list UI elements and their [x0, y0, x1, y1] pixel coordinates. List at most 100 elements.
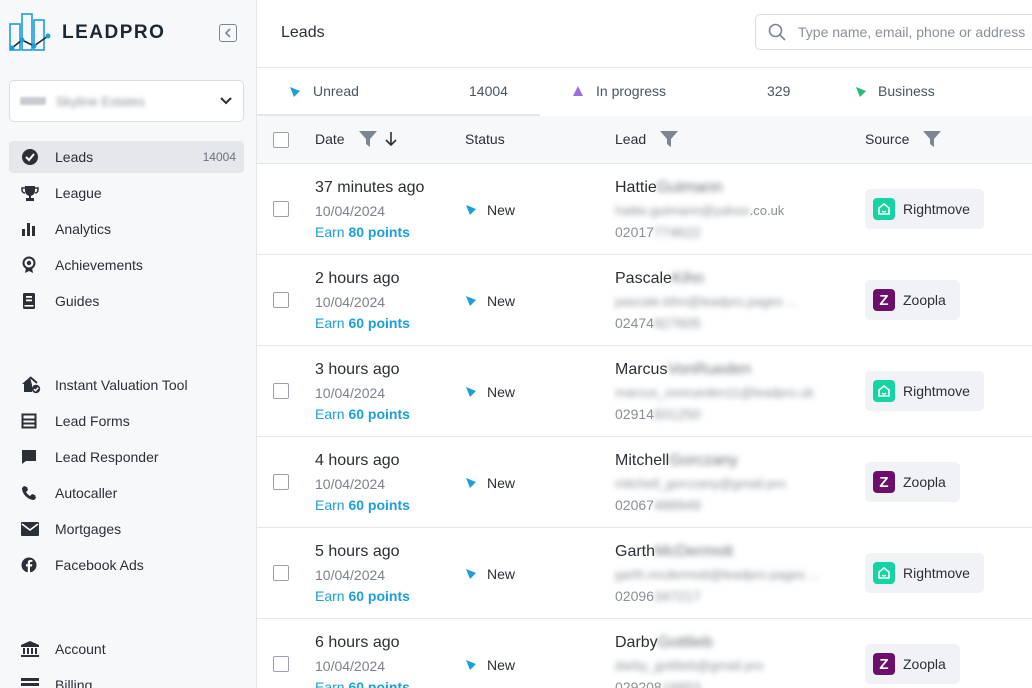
in-progress-triangle-icon [573, 86, 583, 96]
row-checkbox[interactable] [273, 201, 289, 217]
house-check-icon [21, 376, 43, 394]
sidebar-item-label: Facebook Ads [55, 557, 144, 573]
lead-time: 3 hours ago [315, 361, 400, 378]
filter-icon[interactable] [923, 131, 942, 147]
row-checkbox[interactable] [273, 565, 289, 581]
zoopla-logo-icon: Z [873, 471, 895, 493]
sidebar-item-guides[interactable]: Guides [9, 285, 244, 317]
new-flag-icon [466, 205, 476, 215]
sidebar-item-instant-valuation-tool[interactable]: Instant Valuation Tool [9, 369, 244, 401]
rightmove-logo-icon [873, 380, 895, 402]
table-row[interactable]: 5 hours ago 10/04/2024 Earn 60 points Ne… [257, 528, 1032, 619]
lead-name[interactable]: GarthMcDermott [615, 543, 733, 561]
unread-flag-icon [290, 87, 300, 97]
lead-name[interactable]: MitchellGorczany [615, 452, 738, 470]
column-header-label: Status [465, 131, 505, 147]
table-row[interactable]: 37 minutes ago 10/04/2024 Earn 80 points… [257, 164, 1032, 255]
column-source[interactable]: Source [865, 131, 942, 147]
lead-name[interactable]: MarcusVonRueden [615, 361, 751, 379]
lead-phone: 02914831250 [615, 406, 701, 422]
sidebar-item-label: Lead Responder [55, 449, 159, 465]
arrow-down-icon[interactable] [385, 132, 397, 146]
status-badge: New [465, 657, 515, 673]
collapse-sidebar-button[interactable] [219, 24, 237, 42]
select-all-checkbox[interactable] [273, 132, 289, 148]
tools-nav: Instant Valuation Tool Lead Forms Lead R… [9, 369, 244, 585]
earn-points: Earn 60 points [315, 588, 410, 604]
search-input[interactable]: Type name, email, phone or address [755, 14, 1032, 50]
leads-table-body: 37 minutes ago 10/04/2024 Earn 80 points… [257, 164, 1032, 688]
lead-time: 4 hours ago [315, 452, 400, 469]
bank-icon [21, 640, 43, 658]
lead-time: 6 hours ago [315, 634, 400, 651]
sidebar-item-lead-forms[interactable]: Lead Forms [9, 405, 244, 437]
lead-phone: 02096347217 [615, 588, 701, 604]
sidebar-item-autocaller[interactable]: Autocaller [9, 477, 244, 509]
sidebar-item-facebook-ads[interactable]: Facebook Ads [9, 549, 244, 581]
facebook-icon [21, 556, 43, 574]
lead-date: 10/04/2024 [315, 203, 386, 219]
search-icon [768, 23, 786, 41]
form-icon [21, 412, 43, 430]
billing-icon [21, 676, 43, 688]
table-row[interactable]: 4 hours ago 10/04/2024 Earn 60 points Ne… [257, 437, 1032, 528]
sidebar-item-account[interactable]: Account [9, 633, 244, 665]
source-badge: Rightmove [865, 553, 984, 593]
sidebar-item-label: Billing [55, 677, 93, 688]
table-row[interactable]: 2 hours ago 10/04/2024 Earn 60 points Ne… [257, 255, 1032, 346]
sidebar-item-label: Account [55, 641, 106, 657]
column-header-label: Date [315, 131, 345, 147]
checkbox[interactable] [273, 132, 289, 148]
source-badge: Z Zoopla [865, 280, 960, 320]
sidebar-item-achievements[interactable]: Achievements [9, 249, 244, 281]
source-badge: Rightmove [865, 189, 984, 229]
row-checkbox[interactable] [273, 383, 289, 399]
lead-name[interactable]: PascaleKihn [615, 270, 704, 288]
sidebar-item-mortgages[interactable]: Mortgages [9, 513, 244, 545]
earn-points: Earn 60 points [315, 679, 410, 688]
column-date[interactable]: Date [315, 131, 397, 147]
brand-logo[interactable]: LEADPRO [8, 12, 165, 54]
status-badge: New [465, 293, 515, 309]
lead-name[interactable]: DarbyGottlieb [615, 634, 713, 652]
row-checkbox[interactable] [273, 474, 289, 490]
row-checkbox[interactable] [273, 292, 289, 308]
business-flag-icon [856, 87, 866, 97]
tab-business[interactable]: Business [823, 68, 1032, 114]
sidebar-item-analytics[interactable]: Analytics [9, 213, 244, 245]
tab-count: 14004 [469, 83, 508, 99]
source-badge: Z Zoopla [865, 462, 960, 502]
filter-icon[interactable] [660, 131, 679, 147]
sidebar-item-league[interactable]: League [9, 177, 244, 209]
book-icon [21, 292, 43, 310]
zoopla-logo-icon: Z [873, 289, 895, 311]
sidebar-item-lead-responder[interactable]: Lead Responder [9, 441, 244, 473]
column-lead[interactable]: Lead [615, 131, 679, 147]
primary-nav: Leads 14004 League Analytics Achievement… [9, 141, 244, 321]
envelope-icon [21, 520, 43, 538]
row-checkbox[interactable] [273, 656, 289, 672]
check-circle-icon [21, 148, 43, 166]
organization-name: Skyline Estates [56, 93, 145, 109]
organization-select[interactable]: Skyline Estates [9, 80, 244, 122]
column-header-label: Lead [615, 131, 647, 147]
sidebar: LEADPRO Skyline Estates Leads 14004 Leag… [0, 0, 257, 688]
table-row[interactable]: 3 hours ago 10/04/2024 Earn 60 points Ne… [257, 346, 1032, 437]
table-row[interactable]: 6 hours ago 10/04/2024 Earn 60 points Ne… [257, 619, 1032, 688]
sidebar-item-label: Mortgages [55, 521, 122, 537]
new-flag-icon [466, 387, 476, 397]
medal-icon [21, 256, 43, 274]
column-status: Status [465, 131, 505, 147]
status-tabs: Unread 14004 In progress 329 Business [257, 68, 1032, 116]
tab-unread[interactable]: Unread 14004 [257, 68, 540, 116]
sidebar-item-leads[interactable]: Leads 14004 [9, 141, 244, 173]
organization-logo [20, 97, 46, 105]
tab-label: Unread [313, 83, 359, 99]
lead-email: marcus_vonrueden11@leadpro.uk [615, 385, 814, 400]
filter-icon[interactable] [358, 131, 377, 147]
tab-in-progress[interactable]: In progress 329 [540, 68, 823, 114]
rightmove-logo-icon [873, 198, 895, 220]
sidebar-item-billing[interactable]: Billing [9, 669, 244, 688]
leads-count: 14004 [202, 150, 236, 164]
lead-name[interactable]: HattieGutmann [615, 179, 723, 197]
